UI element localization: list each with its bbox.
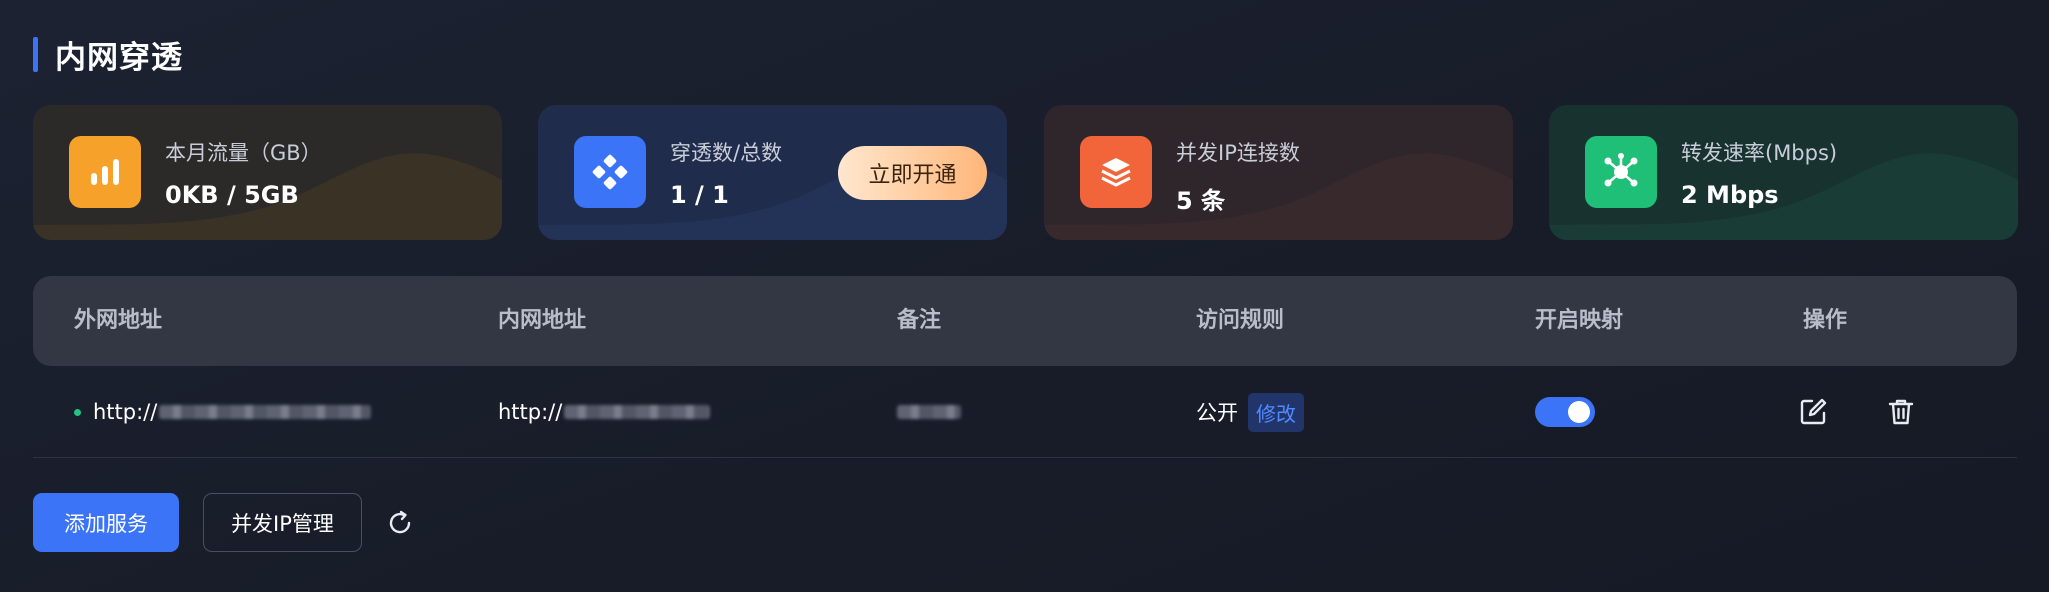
column-header-internal: 内网地址 <box>498 308 587 333</box>
column-header-external: 外网地址 <box>74 308 163 333</box>
network-icon <box>1585 136 1657 208</box>
stat-card-rate: 转发速率(Mbps) 2 Mbps <box>1549 105 2018 240</box>
page-header: 内网穿透 <box>33 36 183 76</box>
stat-label: 转发速率(Mbps) <box>1681 141 1838 165</box>
bar-chart-icon <box>69 136 141 208</box>
activate-now-button[interactable]: 立即开通 <box>838 146 987 200</box>
nodes-icon <box>574 136 646 208</box>
concurrent-ip-manage-button[interactable]: 并发IP管理 <box>203 493 362 552</box>
access-rule-cell: 公开 修改 <box>1196 366 1304 458</box>
internal-address-cell: http:// <box>498 366 711 458</box>
redacted-note <box>897 405 961 419</box>
title-accent-bar <box>33 37 38 72</box>
table-row: http:// http:// 公开 修改 <box>33 366 2017 458</box>
column-header-actions: 操作 <box>1803 308 1848 333</box>
status-online-dot <box>74 408 81 416</box>
stat-value: 5 条 <box>1176 187 1226 215</box>
redacted-text <box>159 405 372 419</box>
actions-cell <box>1798 366 1916 458</box>
stats-cards: 本月流量（GB） 0KB / 5GB 穿透数/总数 1 / 1 立即开通 并发I… <box>33 105 2018 240</box>
mapping-toggle[interactable] <box>1535 397 1595 427</box>
toggle-knob <box>1568 401 1590 423</box>
stat-value: 1 / 1 <box>670 181 729 209</box>
external-address[interactable]: http:// <box>93 400 157 424</box>
layers-icon <box>1080 136 1152 208</box>
stat-label: 本月流量（GB） <box>165 141 322 165</box>
note-cell <box>895 366 961 458</box>
tunnel-table: 外网地址 内网地址 备注 访问规则 开启映射 操作 http:// http:/… <box>33 276 2017 458</box>
external-address-cell: http:// <box>74 366 372 458</box>
refresh-icon[interactable] <box>385 508 415 538</box>
mapping-cell <box>1535 366 1595 458</box>
stat-card-concurrent-ip: 并发IP连接数 5 条 <box>1044 105 1513 240</box>
edit-rule-link[interactable]: 修改 <box>1248 392 1304 432</box>
page-title: 内网穿透 <box>55 40 183 76</box>
stat-value: 0KB / 5GB <box>165 181 299 209</box>
table-header: 外网地址 内网地址 备注 访问规则 开启映射 操作 <box>33 276 2017 366</box>
edit-icon[interactable] <box>1798 397 1828 427</box>
add-service-button[interactable]: 添加服务 <box>33 493 179 552</box>
column-header-note: 备注 <box>897 308 942 333</box>
stat-card-traffic: 本月流量（GB） 0KB / 5GB <box>33 105 502 240</box>
stat-label: 穿透数/总数 <box>670 141 783 165</box>
column-header-access-rule: 访问规则 <box>1196 308 1285 333</box>
page: 内网穿透 本月流量（GB） 0KB / 5GB 穿透数/总数 1 / 1 立即开… <box>33 0 2018 592</box>
stat-card-tunnels: 穿透数/总数 1 / 1 立即开通 <box>538 105 1007 240</box>
internal-address: http:// <box>498 400 563 424</box>
stat-label: 并发IP连接数 <box>1176 141 1300 165</box>
column-header-mapping: 开启映射 <box>1535 308 1624 333</box>
stat-value: 2 Mbps <box>1681 181 1779 209</box>
access-rule-value: 公开 <box>1196 401 1238 425</box>
trash-icon[interactable] <box>1886 397 1916 427</box>
redacted-text <box>564 405 711 419</box>
